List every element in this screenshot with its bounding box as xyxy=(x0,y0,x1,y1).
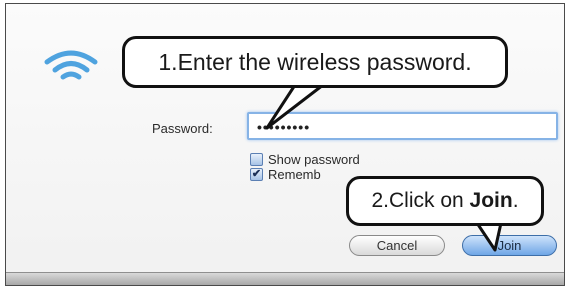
callout-step-2-suffix: . xyxy=(512,189,519,212)
cancel-button[interactable]: Cancel xyxy=(349,235,445,256)
show-password-checkbox[interactable] xyxy=(250,153,263,166)
password-label: Password: xyxy=(152,121,213,136)
password-input[interactable]: ••••••••• xyxy=(247,112,558,140)
remember-network-label: Rememb xyxy=(268,167,321,182)
dialog-bottom-edge xyxy=(6,272,564,285)
remember-network-checkbox[interactable]: ✔ xyxy=(250,168,263,181)
checkmark-icon: ✔ xyxy=(251,168,262,180)
show-password-option[interactable]: Show password xyxy=(250,152,360,167)
callout-step-1: 1.Enter the wireless password. xyxy=(122,36,508,88)
callout-step-1-text: 1.Enter the wireless password. xyxy=(158,48,472,75)
join-button[interactable]: Join xyxy=(462,235,557,256)
callout-step-2-emphasis: Join xyxy=(469,189,513,212)
callout-step-2: 2.Click on Join. xyxy=(346,176,544,226)
remember-network-option[interactable]: ✔ Rememb xyxy=(250,167,321,182)
callout-step-2-prefix: 2.Click on xyxy=(371,189,464,212)
wireless-join-dialog: Password: ••••••••• Show password ✔ Reme… xyxy=(5,3,565,286)
show-password-label: Show password xyxy=(268,152,360,167)
wifi-icon xyxy=(44,50,98,80)
